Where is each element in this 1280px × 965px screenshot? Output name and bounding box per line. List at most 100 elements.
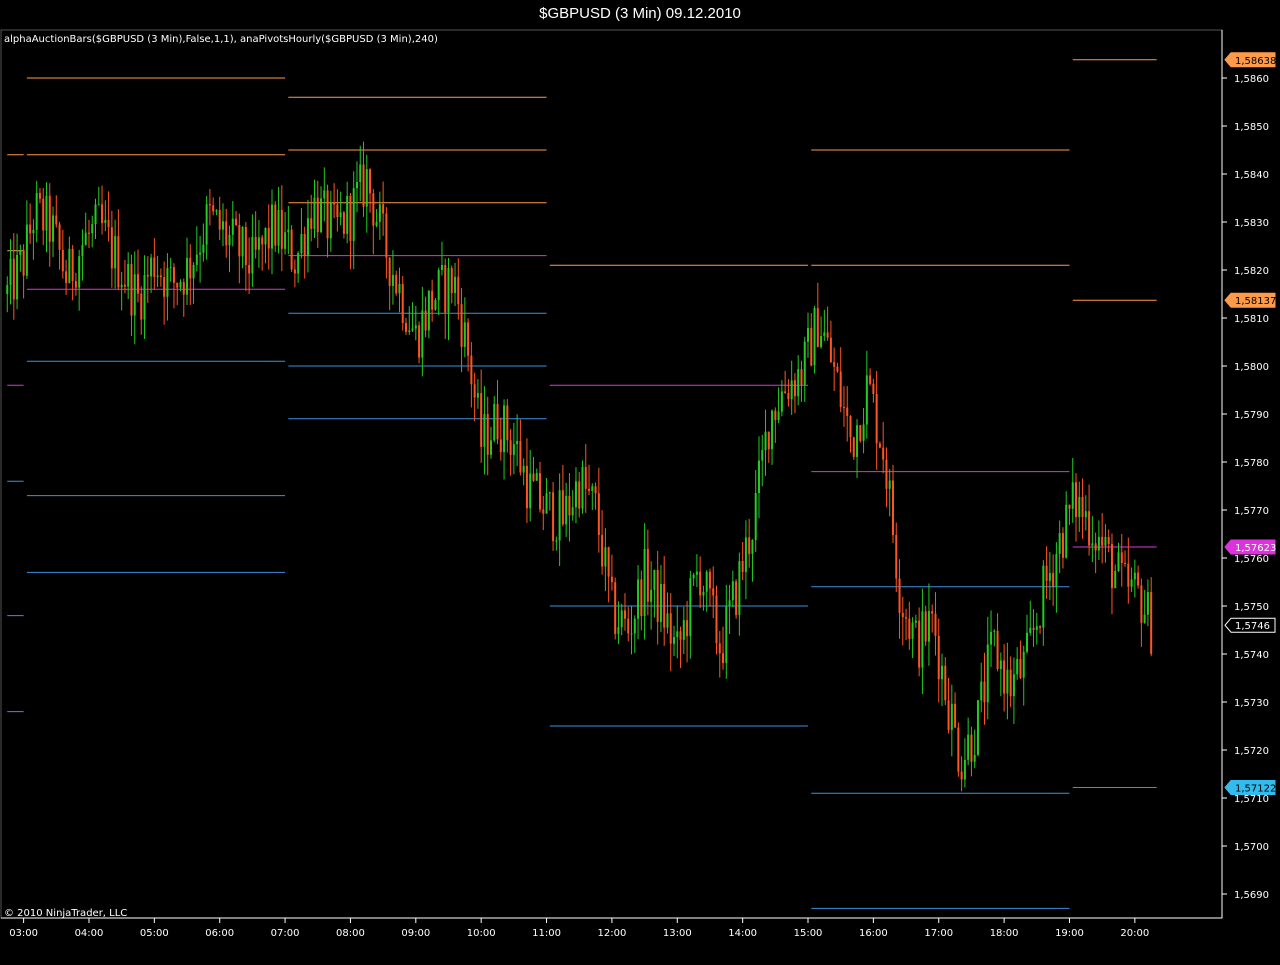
time-tick-label: 15:00	[794, 928, 823, 939]
price-bar-body	[506, 405, 509, 441]
price-bar-body	[225, 221, 228, 246]
price-bar-body	[941, 665, 944, 680]
time-tick-label: 07:00	[271, 928, 300, 939]
price-bar-body	[1101, 536, 1104, 546]
price-bar-body	[163, 277, 166, 297]
price-bar-body	[761, 450, 764, 461]
price-bar-body	[960, 771, 963, 780]
price-bar-body	[107, 220, 110, 228]
price-bar-body	[924, 611, 927, 642]
price-bar-body	[1133, 572, 1136, 580]
price-bar-body	[483, 413, 486, 447]
price-bar-body	[777, 411, 780, 420]
price-bar-body	[12, 258, 15, 300]
price-bar-body	[591, 486, 594, 491]
price-bar-body	[682, 620, 685, 640]
price-bar-body	[133, 274, 136, 316]
price-bar-body	[650, 589, 653, 602]
price-bar-body	[306, 218, 309, 257]
price-bar-body	[666, 613, 669, 628]
price-bar-body	[607, 547, 610, 577]
price-bar-body	[539, 473, 542, 510]
time-tick-label: 05:00	[140, 928, 169, 939]
price-bar-body	[1117, 552, 1120, 571]
price-bar-body	[934, 613, 937, 636]
price-bar-body	[297, 253, 300, 274]
time-tick-label: 10:00	[467, 928, 496, 939]
price-bar-body	[597, 493, 600, 536]
price-bar-body	[457, 276, 460, 305]
price-chart[interactable]: 1,5690 1,5700 1,5710 1,5720 1,5730 1,5740 1,57…	[0, 0, 1280, 965]
time-tick-label: 19:00	[1055, 928, 1084, 939]
price-bar-body	[751, 539, 754, 554]
price-bar-body	[22, 250, 25, 276]
price-bar-body	[689, 578, 692, 637]
price-bars	[6, 141, 1153, 792]
price-bar-body	[1016, 658, 1019, 675]
price-bar-body	[1114, 570, 1117, 589]
price-bar-body	[908, 618, 911, 639]
price-bar-body	[274, 204, 277, 246]
price-bar-body	[375, 221, 378, 226]
price-bar-body	[725, 606, 728, 664]
price-bar-body	[35, 192, 38, 230]
price-bar-body	[244, 226, 247, 266]
price-bar-body	[414, 325, 417, 329]
price-bar-body	[1130, 579, 1133, 587]
price-bar-body	[842, 407, 845, 409]
price-bar-body	[1097, 536, 1100, 551]
price-bar-body	[980, 681, 983, 701]
price-bar-body	[454, 276, 457, 294]
price-bar-body	[19, 250, 22, 255]
price-bar-body	[385, 213, 388, 258]
price-bar-body	[91, 224, 94, 234]
price-bar-body	[568, 495, 571, 516]
price-bar-body	[444, 264, 447, 313]
time-tick-label: 12:00	[597, 928, 626, 939]
price-bar-body	[480, 393, 483, 447]
plot-border	[0, 29, 1223, 919]
price-bar-body	[633, 618, 636, 634]
price-bar-body	[676, 631, 679, 638]
price-bar-body	[300, 233, 303, 254]
price-bar-body	[342, 212, 345, 234]
price-bar-body	[205, 204, 208, 245]
time-tick-label: 14:00	[728, 928, 757, 939]
time-tick-label: 08:00	[336, 928, 365, 939]
price-bar-body	[137, 274, 140, 294]
price-bar-body	[398, 283, 401, 294]
price-bar-body	[947, 700, 950, 730]
price-bar-body	[542, 509, 545, 514]
price-bar-body	[686, 620, 689, 637]
price-bar-body	[159, 275, 162, 278]
price-bar-body	[774, 410, 777, 420]
price-bar-body	[869, 375, 872, 384]
price-bar-body	[349, 195, 352, 241]
price-bar-body	[839, 371, 842, 408]
price-bar-body	[673, 637, 676, 644]
price-bar-body	[65, 271, 68, 283]
price-bar-body	[38, 192, 41, 199]
price-bar-body	[182, 282, 185, 295]
price-bar-body	[486, 413, 489, 455]
price-bar-body	[365, 169, 368, 207]
price-badge-label: 1,5746	[1235, 621, 1270, 632]
price-bar-body	[1107, 536, 1110, 545]
price-bar-body	[320, 198, 323, 233]
price-bar-body	[911, 622, 914, 639]
price-bar-body	[48, 195, 51, 242]
price-bar-body	[25, 224, 28, 276]
price-bar-body	[336, 204, 339, 218]
price-bar-body	[1094, 543, 1097, 551]
price-bar-body	[333, 202, 336, 205]
price-bar-body	[87, 232, 90, 234]
price-bar-body	[833, 362, 836, 367]
price-bar-body	[1104, 536, 1107, 546]
price-bar-body	[186, 257, 189, 295]
price-bar-body	[744, 537, 747, 573]
price-bar-body	[1019, 658, 1022, 678]
price-bar-body	[254, 236, 257, 250]
price-bar-body	[519, 440, 522, 473]
time-axis[interactable]: 03:00 04:00 05:00 06:00 07:00 08:00 09:00 10:00…	[1, 917, 1222, 939]
price-badge-label: 1,58137	[1235, 296, 1276, 307]
